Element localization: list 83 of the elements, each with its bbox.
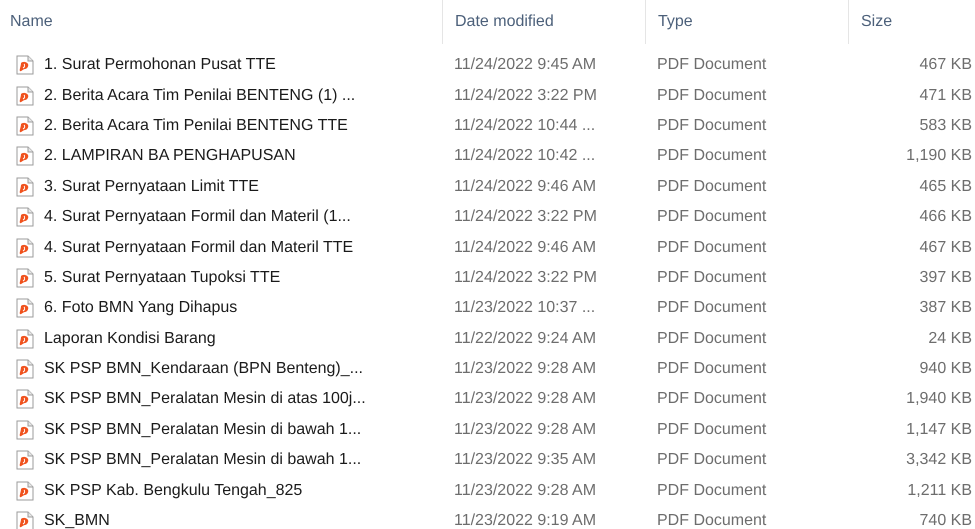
file-name[interactable]: 1. Surat Permohonan Pusat TTE bbox=[44, 53, 276, 78]
date-modified: 11/23/2022 9:35 AM bbox=[453, 450, 598, 470]
file-name[interactable]: 4. Surat Pernyataan Formil dan Materil TTE bbox=[44, 236, 354, 260]
column-header[interactable]: Name bbox=[0, 0, 442, 44]
pdf-file-icon bbox=[16, 207, 34, 228]
file-type: PDF Document bbox=[656, 55, 768, 76]
file-size: 397 KB bbox=[918, 268, 973, 288]
date-modified: 11/24/2022 9:45 AM bbox=[453, 55, 598, 76]
file-type: PDF Document bbox=[656, 389, 768, 410]
file-type: PDF Document bbox=[656, 511, 768, 529]
file-type: PDF Document bbox=[656, 359, 768, 380]
file-size: 467 KB bbox=[918, 238, 973, 258]
file-size: 3,342 KB bbox=[905, 450, 973, 470]
file-size: 1,940 KB bbox=[905, 389, 973, 410]
file-name[interactable]: 3. Surat Pernyataan Limit TTE bbox=[44, 174, 259, 199]
file-name[interactable]: 6. Foto BMN Yang Dihapus bbox=[44, 296, 238, 320]
file-type: PDF Document bbox=[656, 116, 768, 136]
date-modified: 11/23/2022 9:28 AM bbox=[453, 420, 598, 440]
file-name[interactable]: 4. Surat Pernyataan Formil dan Materil (1... bbox=[44, 205, 351, 230]
file-size: 465 KB bbox=[918, 176, 973, 197]
date-modified: 11/23/2022 9:19 AM bbox=[453, 511, 598, 529]
date-modified: 11/22/2022 9:24 AM bbox=[453, 328, 598, 349]
pdf-file-icon bbox=[16, 146, 34, 166]
date-modified: 11/24/2022 3:22 PM bbox=[453, 268, 598, 288]
date-modified: 11/24/2022 10:44 ... bbox=[453, 116, 596, 136]
file-size: 1,190 KB bbox=[905, 146, 973, 166]
date-modified: 11/24/2022 3:22 PM bbox=[453, 86, 598, 106]
file-type: PDF Document bbox=[656, 86, 768, 106]
date-modified: 11/23/2022 9:28 AM bbox=[453, 389, 598, 410]
file-size: 583 KB bbox=[918, 116, 973, 136]
file-name[interactable]: SK_BMN bbox=[44, 509, 110, 529]
file-name[interactable]: SK PSP BMN_Peralatan Mesin di bawah 1... bbox=[44, 418, 362, 442]
file-name[interactable]: SK PSP Kab. Bengkulu Tengah_825 bbox=[44, 478, 302, 503]
file-size: 471 KB bbox=[918, 86, 973, 106]
file-type: PDF Document bbox=[656, 238, 768, 258]
file-type: PDF Document bbox=[656, 480, 768, 501]
file-type: PDF Document bbox=[656, 328, 768, 349]
pdf-file-icon bbox=[16, 389, 34, 410]
file-size: 1,211 KB bbox=[906, 480, 973, 501]
pdf-file-icon bbox=[16, 268, 34, 288]
date-modified: 11/23/2022 9:28 AM bbox=[453, 480, 598, 501]
file-type: PDF Document bbox=[656, 146, 768, 166]
pdf-file-icon bbox=[16, 298, 34, 318]
file-name[interactable]: 2. LAMPIRAN BA PENGHAPUSAN bbox=[44, 144, 296, 168]
pdf-file-icon bbox=[16, 176, 34, 197]
date-modified: 11/23/2022 9:28 AM bbox=[453, 359, 598, 380]
pdf-file-icon bbox=[16, 450, 34, 470]
date-modified: 11/24/2022 9:46 AM bbox=[453, 176, 598, 197]
date-modified: 11/24/2022 10:42 ... bbox=[453, 146, 596, 166]
pdf-file-icon bbox=[16, 420, 34, 440]
pdf-file-icon bbox=[16, 359, 34, 380]
pdf-file-icon bbox=[16, 55, 34, 76]
file-type: PDF Document bbox=[656, 420, 768, 440]
file-size: 24 KB bbox=[927, 328, 973, 349]
file-type: PDF Document bbox=[656, 268, 768, 288]
file-size: 940 KB bbox=[918, 359, 973, 380]
file-name[interactable]: 5. Surat Pernyataan Tupoksi TTE bbox=[44, 266, 280, 290]
file-type: PDF Document bbox=[656, 298, 768, 318]
file-name[interactable]: Laporan Kondisi Barang bbox=[44, 326, 216, 351]
file-size: 467 KB bbox=[918, 55, 973, 76]
pdf-file-icon bbox=[16, 238, 34, 258]
column-header[interactable]: Size bbox=[848, 0, 975, 44]
file-name[interactable]: 2. Berita Acara Tim Penilai BENTENG TTE bbox=[44, 114, 348, 138]
file-size: 1,147 KB bbox=[905, 420, 973, 440]
file-name[interactable]: SK PSP BMN_Peralatan Mesin di bawah 1... bbox=[44, 448, 362, 472]
file-name[interactable]: SK PSP BMN_Kendaraan (BPN Benteng)_... bbox=[44, 357, 363, 382]
file-size: 466 KB bbox=[918, 207, 973, 228]
column-header[interactable]: Date modified bbox=[442, 0, 645, 44]
date-modified: 11/24/2022 3:22 PM bbox=[453, 207, 598, 228]
file-type: PDF Document bbox=[656, 176, 768, 197]
file-size: 387 KB bbox=[918, 298, 973, 318]
file-name[interactable]: SK PSP BMN_Peralatan Mesin di atas 100j... bbox=[44, 387, 366, 412]
file-size: 740 KB bbox=[918, 511, 973, 529]
pdf-file-icon bbox=[16, 480, 34, 501]
file-type: PDF Document bbox=[656, 450, 768, 470]
file-name[interactable]: 2. Berita Acara Tim Penilai BENTENG (1) ... bbox=[44, 84, 356, 108]
date-modified: 11/24/2022 9:46 AM bbox=[453, 238, 598, 258]
pdf-file-icon bbox=[16, 116, 34, 136]
date-modified: 11/23/2022 10:37 ... bbox=[453, 298, 596, 318]
column-header[interactable]: Type bbox=[645, 0, 848, 44]
file-type: PDF Document bbox=[656, 207, 768, 228]
pdf-file-icon bbox=[16, 86, 34, 106]
pdf-file-icon bbox=[16, 328, 34, 349]
